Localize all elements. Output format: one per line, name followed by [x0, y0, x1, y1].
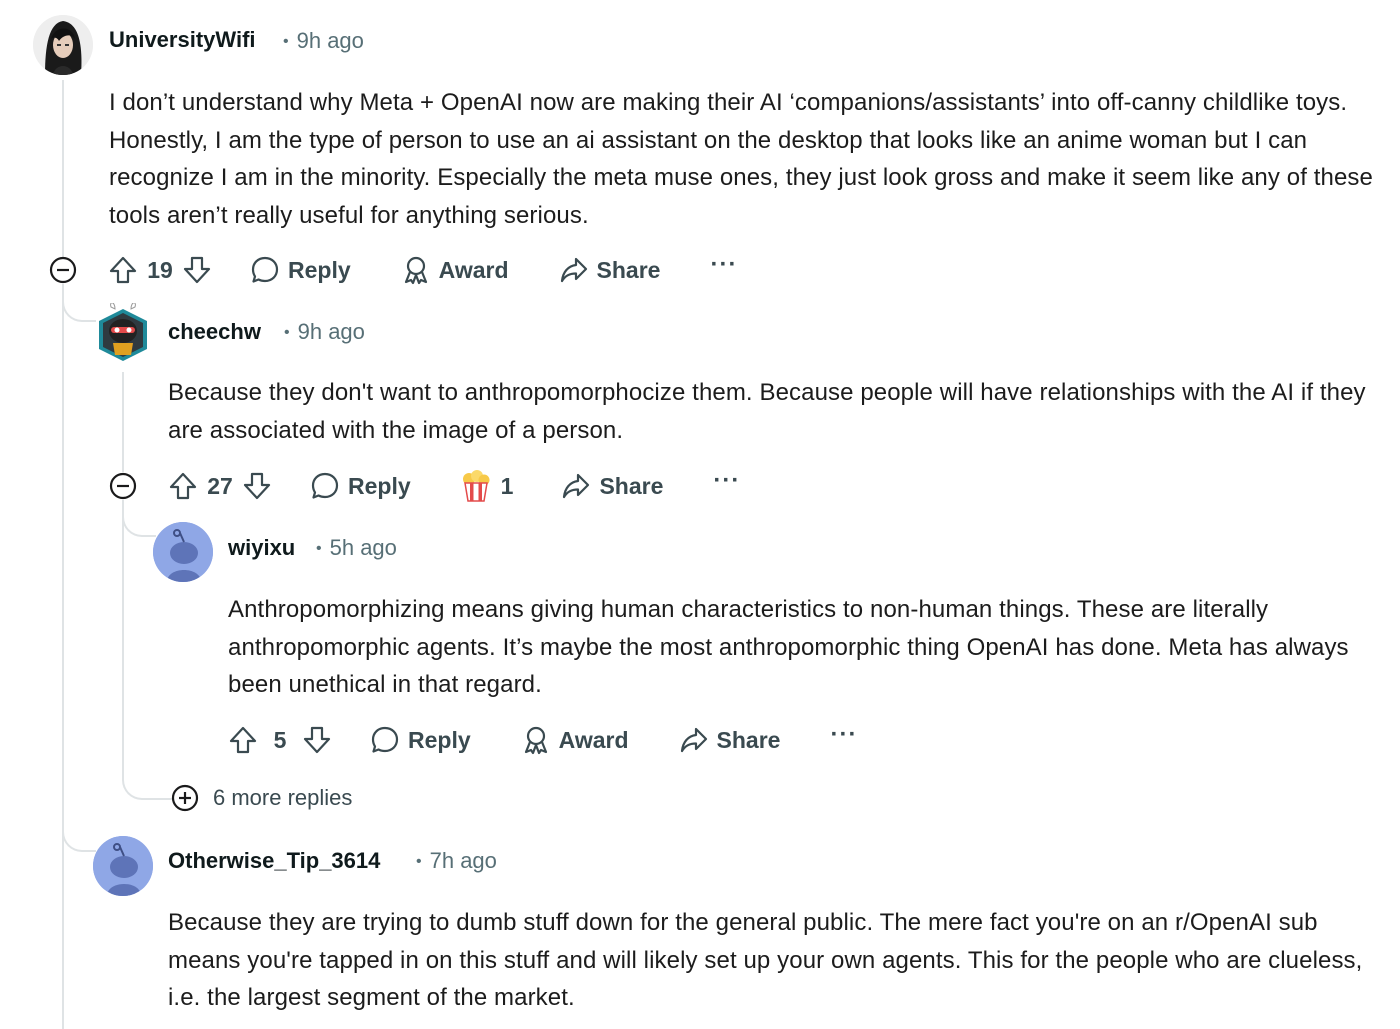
award-button[interactable]: Award [521, 725, 629, 755]
award-button[interactable]: Award [401, 255, 509, 285]
share-label: Share [599, 472, 664, 499]
upvote-icon[interactable] [168, 471, 198, 501]
more-replies-button[interactable]: 6 more replies [171, 784, 352, 812]
action-bar: 19 Reply Award Share ··· [108, 250, 737, 290]
comment-bubble-icon [311, 472, 339, 499]
username[interactable]: UniversityWifi [109, 26, 256, 54]
comment-meta: • 9h ago [275, 27, 364, 56]
comment-body: Because they are trying to dumb stuff do… [168, 909, 1363, 1011]
comment-meta: • 5h ago [308, 534, 397, 563]
upvote-icon[interactable] [228, 725, 258, 755]
award-label: Award [438, 256, 509, 283]
comment-meta: • 9h ago [276, 318, 365, 347]
action-bar: 27 Reply 1 Share ··· [168, 466, 740, 506]
award-icon [404, 256, 427, 285]
reply-label: Reply [348, 472, 411, 499]
separator-dot: • [416, 853, 422, 871]
snoo-icon [93, 836, 153, 896]
award-label: Award [558, 726, 629, 753]
share-button[interactable]: Share [561, 471, 663, 501]
timestamp[interactable]: 7h ago [430, 848, 497, 873]
overflow-menu-icon[interactable]: ··· [713, 469, 740, 501]
separator-dot: • [283, 33, 289, 51]
reply-button[interactable]: Reply [310, 471, 411, 501]
downvote-icon[interactable] [242, 471, 272, 501]
reply-label: Reply [288, 256, 351, 283]
snoo-icon [153, 522, 213, 582]
ninja-bunny-avatar-icon [99, 303, 147, 361]
upvote-icon[interactable] [108, 255, 138, 285]
timestamp[interactable]: 5h ago [330, 535, 397, 560]
avatar[interactable] [93, 836, 153, 896]
avatar[interactable] [33, 15, 93, 75]
thread-line-cheechw [122, 500, 124, 770]
thread-connector [122, 505, 156, 537]
action-bar: 5 Reply Award Share ··· [228, 720, 857, 760]
username[interactable]: wiyixu [228, 534, 295, 562]
thread-line-cheechw [122, 372, 124, 472]
comment-bubble-icon [371, 726, 399, 753]
share-arrow-icon [560, 257, 587, 283]
downvote-icon[interactable] [182, 255, 212, 285]
share-button[interactable]: Share [559, 255, 661, 285]
thread-connector [122, 770, 172, 800]
comment-body: I don’t understand why Meta + OpenAI now… [109, 89, 1373, 229]
collapse-icon[interactable] [49, 256, 77, 284]
award-button[interactable]: 1 [459, 469, 514, 503]
username[interactable]: cheechw [168, 318, 261, 346]
share-arrow-icon [563, 473, 590, 499]
separator-dot: • [316, 540, 322, 558]
overflow-menu-icon[interactable]: ··· [830, 723, 857, 755]
vote-group: 19 [108, 255, 212, 285]
avatar[interactable] [93, 303, 153, 363]
reply-label: Reply [408, 726, 471, 753]
vote-count: 27 [207, 472, 233, 499]
thread-connector [62, 820, 96, 852]
timestamp[interactable]: 9h ago [297, 28, 364, 53]
avatar[interactable] [153, 522, 213, 582]
share-label: Share [596, 256, 661, 283]
share-label: Share [716, 726, 781, 753]
thread-connector [62, 290, 96, 322]
reply-button[interactable]: Reply [250, 255, 351, 285]
collapse-icon[interactable] [109, 472, 137, 500]
share-arrow-icon [680, 727, 707, 753]
vote-group: 5 [228, 725, 332, 755]
reply-button[interactable]: Reply [370, 725, 471, 755]
vote-count: 5 [273, 726, 287, 753]
award-icon [524, 726, 547, 755]
comment-body: Because they don't want to anthropomorph… [168, 379, 1366, 444]
award-count: 1 [500, 472, 514, 499]
comment-meta: • 7h ago [408, 847, 497, 876]
vote-group: 27 [168, 471, 272, 501]
thread-line-root [62, 80, 64, 260]
vote-count: 19 [147, 256, 173, 283]
comment-bubble-icon [251, 256, 279, 283]
timestamp[interactable]: 9h ago [298, 319, 365, 344]
downvote-icon[interactable] [302, 725, 332, 755]
expand-plus-icon [171, 784, 199, 812]
share-button[interactable]: Share [679, 725, 781, 755]
username[interactable]: Otherwise_Tip_3614 [168, 847, 380, 875]
overflow-menu-icon[interactable]: ··· [710, 253, 737, 285]
separator-dot: • [284, 324, 290, 342]
popcorn-award-icon [462, 470, 490, 502]
anime-portrait-icon [33, 15, 93, 75]
more-replies-label: 6 more replies [213, 785, 353, 810]
thread-line-root [62, 284, 64, 1029]
comment-body: Anthropomorphizing means giving human ch… [228, 596, 1349, 698]
